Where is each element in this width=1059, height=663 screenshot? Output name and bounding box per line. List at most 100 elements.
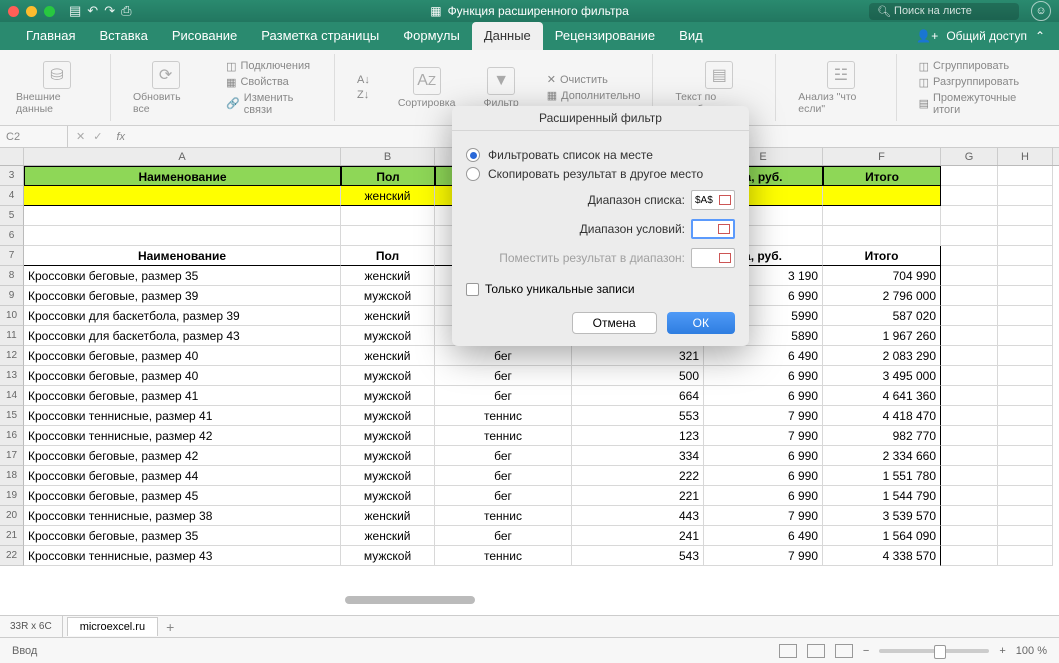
sort-icon[interactable]: AZ — [413, 67, 441, 95]
cell[interactable]: теннис — [435, 426, 572, 446]
cell[interactable]: 334 — [572, 446, 704, 466]
texttocols-icon[interactable]: ▤ — [705, 61, 733, 89]
cell[interactable] — [823, 206, 941, 226]
cell[interactable] — [998, 266, 1053, 286]
cell[interactable]: 7 990 — [704, 406, 823, 426]
cell[interactable]: женский — [341, 506, 435, 526]
cell[interactable]: 6 490 — [704, 526, 823, 546]
cell[interactable] — [998, 306, 1053, 326]
cell[interactable]: 3 539 570 — [823, 506, 941, 526]
cell[interactable]: 6 990 — [704, 486, 823, 506]
row-header[interactable]: 15 — [0, 406, 24, 426]
view-pagebreak-icon[interactable] — [835, 644, 853, 658]
row-header[interactable]: 9 — [0, 286, 24, 306]
zoom-in-icon[interactable]: + — [999, 645, 1005, 657]
row-header[interactable]: 18 — [0, 466, 24, 486]
row-header[interactable]: 10 — [0, 306, 24, 326]
cell[interactable]: 982 770 — [823, 426, 941, 446]
radio-filter-inplace[interactable]: Фильтровать список на месте — [466, 148, 735, 162]
cell[interactable]: женский — [341, 306, 435, 326]
cell[interactable]: бег — [435, 486, 572, 506]
row-header[interactable]: 17 — [0, 446, 24, 466]
cell[interactable] — [941, 346, 998, 366]
clear-filter-link[interactable]: ✕ Очистить — [547, 73, 641, 86]
cell[interactable] — [998, 286, 1053, 306]
cell[interactable] — [941, 406, 998, 426]
cell[interactable] — [941, 506, 998, 526]
cell[interactable]: мужской — [341, 426, 435, 446]
cell[interactable]: Пол — [341, 246, 435, 266]
cell[interactable]: Наименование — [24, 166, 341, 186]
cell[interactable]: женский — [341, 266, 435, 286]
cell[interactable] — [941, 226, 998, 246]
cell[interactable] — [941, 286, 998, 306]
cell[interactable] — [941, 306, 998, 326]
cell[interactable]: мужской — [341, 386, 435, 406]
cell[interactable]: Кроссовки беговые, размер 45 — [24, 486, 341, 506]
ungroup-link[interactable]: ◫ Разгруппировать — [919, 76, 1043, 89]
cell[interactable] — [941, 206, 998, 226]
cell[interactable]: 1 551 780 — [823, 466, 941, 486]
cell[interactable]: мужской — [341, 546, 435, 566]
row-header[interactable]: 11 — [0, 326, 24, 346]
cell[interactable]: 587 020 — [823, 306, 941, 326]
tab-layout[interactable]: Разметка страницы — [249, 22, 391, 50]
cell[interactable]: мужской — [341, 326, 435, 346]
cell[interactable]: 7 990 — [704, 506, 823, 526]
cell[interactable]: 543 — [572, 546, 704, 566]
cell[interactable] — [998, 186, 1053, 206]
cell[interactable] — [941, 186, 998, 206]
cell[interactable]: бег — [435, 466, 572, 486]
cell[interactable]: 123 — [572, 426, 704, 446]
row-header[interactable]: 5 — [0, 206, 24, 226]
cell[interactable]: Кроссовки теннисные, размер 41 — [24, 406, 341, 426]
row-header[interactable]: 12 — [0, 346, 24, 366]
cell[interactable]: 4 338 570 — [823, 546, 941, 566]
cell[interactable] — [998, 406, 1053, 426]
cell[interactable]: 4 418 470 — [823, 406, 941, 426]
tab-formulas[interactable]: Формулы — [391, 22, 472, 50]
list-range-input[interactable]: $A$ — [691, 190, 735, 210]
cell[interactable] — [998, 326, 1053, 346]
tab-draw[interactable]: Рисование — [160, 22, 249, 50]
radio-copy-to[interactable]: Скопировать результат в другое место — [466, 167, 735, 181]
cell[interactable]: 222 — [572, 466, 704, 486]
cell[interactable] — [998, 506, 1053, 526]
cell[interactable]: бег — [435, 446, 572, 466]
range-picker-icon[interactable] — [718, 224, 730, 234]
user-icon[interactable]: ☺ — [1031, 1, 1051, 21]
cell[interactable]: бег — [435, 386, 572, 406]
cell[interactable] — [998, 166, 1053, 186]
cell[interactable]: Пол — [341, 166, 435, 186]
col-header-A[interactable]: A — [24, 148, 341, 165]
cell[interactable]: 1 564 090 — [823, 526, 941, 546]
view-layout-icon[interactable] — [807, 644, 825, 658]
cell[interactable]: 6 990 — [704, 446, 823, 466]
col-header-B[interactable]: B — [341, 148, 435, 165]
cell[interactable]: 7 990 — [704, 426, 823, 446]
cell[interactable] — [998, 346, 1053, 366]
cell[interactable]: мужской — [341, 486, 435, 506]
cell[interactable] — [998, 366, 1053, 386]
cell[interactable]: Кроссовки беговые, размер 42 — [24, 446, 341, 466]
tab-data[interactable]: Данные — [472, 22, 543, 50]
cancel-formula-icon[interactable]: ✕ — [76, 130, 85, 143]
col-header-G[interactable]: G — [941, 148, 998, 165]
cell[interactable]: бег — [435, 526, 572, 546]
row-header[interactable]: 14 — [0, 386, 24, 406]
whatif-icon[interactable]: ☳ — [827, 61, 855, 89]
accept-formula-icon[interactable]: ✓ — [93, 130, 102, 143]
cell[interactable]: бег — [435, 346, 572, 366]
cell[interactable] — [998, 426, 1053, 446]
criteria-range-input[interactable] — [691, 219, 735, 239]
cell[interactable]: Итого — [823, 166, 941, 186]
cell[interactable]: Кроссовки беговые, размер 44 — [24, 466, 341, 486]
row-header[interactable]: 13 — [0, 366, 24, 386]
sort-asc-icon[interactable]: A↓ — [357, 74, 370, 86]
view-normal-icon[interactable] — [779, 644, 797, 658]
row-header[interactable]: 3 — [0, 166, 24, 186]
cell[interactable]: 321 — [572, 346, 704, 366]
cell[interactable]: 221 — [572, 486, 704, 506]
save-icon[interactable]: ▤ — [69, 3, 81, 19]
cell[interactable]: Итого — [823, 246, 941, 266]
